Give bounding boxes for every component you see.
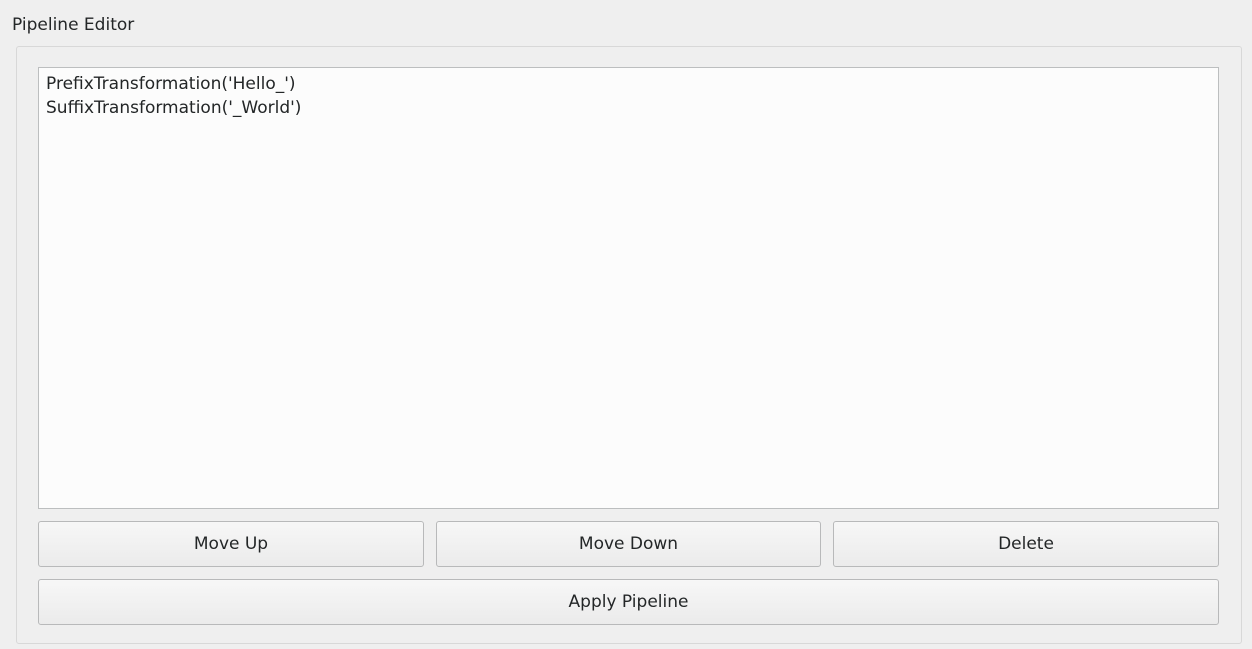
pipeline-editor-window: Pipeline Editor PrefixTransformation('He…	[0, 0, 1252, 649]
group-title: Pipeline Editor	[12, 15, 135, 35]
apply-pipeline-button[interactable]: Apply Pipeline	[38, 579, 1219, 625]
move-up-button[interactable]: Move Up	[38, 521, 424, 567]
list-item[interactable]: PrefixTransformation('Hello_')	[46, 72, 1211, 96]
delete-button[interactable]: Delete	[833, 521, 1219, 567]
pipeline-list[interactable]: PrefixTransformation('Hello_') SuffixTra…	[38, 67, 1219, 509]
list-item[interactable]: SuffixTransformation('_World')	[46, 96, 1211, 120]
move-down-button[interactable]: Move Down	[436, 521, 821, 567]
